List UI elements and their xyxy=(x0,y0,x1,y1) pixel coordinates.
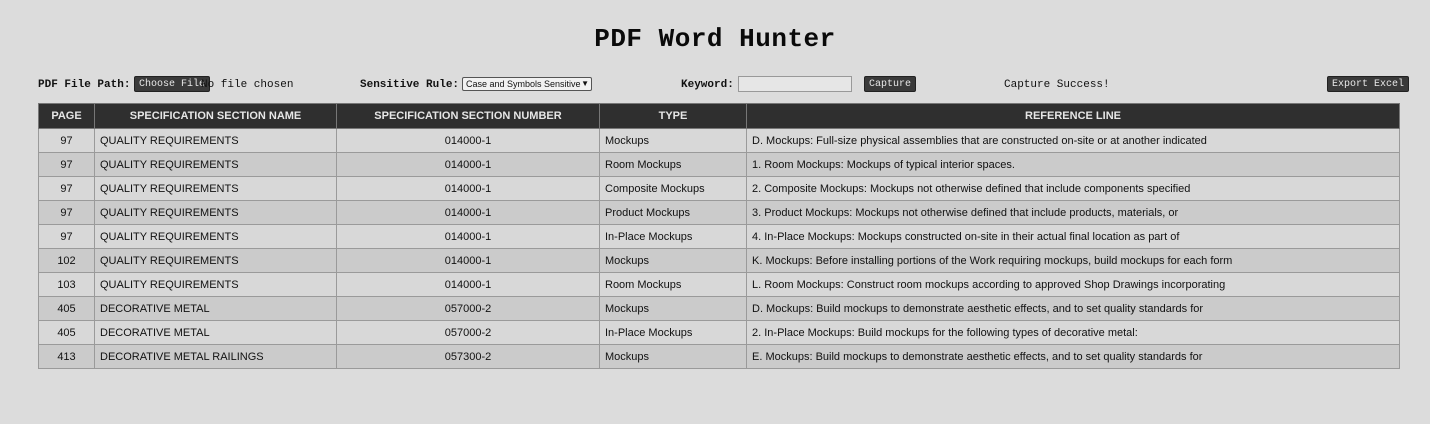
cell-page: 103 xyxy=(38,272,95,297)
cell-page: 405 xyxy=(38,320,95,345)
cell-section-name: QUALITY REQUIREMENTS xyxy=(94,248,337,273)
chevron-down-icon: ▼ xyxy=(581,79,589,88)
cell-section-name: QUALITY REQUIREMENTS xyxy=(94,152,337,177)
cell-section-name: DECORATIVE METAL RAILINGS xyxy=(94,344,337,369)
choose-file-button[interactable]: Choose File xyxy=(134,76,211,92)
table-row[interactable]: 413 DECORATIVE METAL RAILINGS 057300-2 M… xyxy=(38,344,1400,369)
header-page[interactable]: PAGE xyxy=(38,103,95,129)
cell-section-name: QUALITY REQUIREMENTS xyxy=(94,224,337,249)
sensitive-rule-value: Case and Symbols Sensitive xyxy=(466,79,581,89)
header-type[interactable]: TYPE xyxy=(599,103,747,129)
cell-section-name: QUALITY REQUIREMENTS xyxy=(94,176,337,201)
cell-type: Product Mockups xyxy=(599,200,747,225)
cell-reference-line: E. Mockups: Build mockups to demonstrate… xyxy=(746,344,1400,369)
table-row[interactable]: 97 QUALITY REQUIREMENTS 014000-1 Mockups… xyxy=(38,128,1400,153)
cell-reference-line: 2. In-Place Mockups: Build mockups for t… xyxy=(746,320,1400,345)
cell-type: Mockups xyxy=(599,296,747,321)
table-header-row: PAGE SPECIFICATION SECTION NAME SPECIFIC… xyxy=(38,103,1400,129)
no-file-text: No file chosen xyxy=(201,79,294,91)
cell-type: In-Place Mockups xyxy=(599,320,747,345)
table-row[interactable]: 97 QUALITY REQUIREMENTS 014000-1 In-Plac… xyxy=(38,224,1400,249)
cell-section-number: 014000-1 xyxy=(336,272,600,297)
cell-type: Mockups xyxy=(599,128,747,153)
cell-section-number: 014000-1 xyxy=(336,224,600,249)
cell-type: Mockups xyxy=(599,248,747,273)
cell-section-name: QUALITY REQUIREMENTS xyxy=(94,128,337,153)
cell-reference-line: D. Mockups: Full-size physical assemblie… xyxy=(746,128,1400,153)
cell-page: 97 xyxy=(38,224,95,249)
cell-page: 97 xyxy=(38,200,95,225)
cell-type: In-Place Mockups xyxy=(599,224,747,249)
cell-page: 413 xyxy=(38,344,95,369)
cell-section-number: 057000-2 xyxy=(336,296,600,321)
table-row[interactable]: 103 QUALITY REQUIREMENTS 014000-1 Room M… xyxy=(38,272,1400,297)
toolbar: PDF File Path: Choose File No file chose… xyxy=(38,76,1410,94)
cell-type: Composite Mockups xyxy=(599,176,747,201)
cell-section-name: DECORATIVE METAL xyxy=(94,296,337,321)
cell-type: Room Mockups xyxy=(599,152,747,177)
cell-section-number: 014000-1 xyxy=(336,128,600,153)
cell-section-name: QUALITY REQUIREMENTS xyxy=(94,272,337,297)
cell-section-number: 014000-1 xyxy=(336,200,600,225)
keyword-label: Keyword: xyxy=(681,79,734,91)
cell-reference-line: K. Mockups: Before installing portions o… xyxy=(746,248,1400,273)
cell-section-number: 014000-1 xyxy=(336,248,600,273)
cell-section-name: QUALITY REQUIREMENTS xyxy=(94,200,337,225)
cell-reference-line: 2. Composite Mockups: Mockups not otherw… xyxy=(746,176,1400,201)
table-row[interactable]: 405 DECORATIVE METAL 057000-2 Mockups D.… xyxy=(38,296,1400,321)
keyword-input[interactable] xyxy=(738,76,852,92)
cell-reference-line: 1. Room Mockups: Mockups of typical inte… xyxy=(746,152,1400,177)
cell-page: 97 xyxy=(38,128,95,153)
cell-page: 97 xyxy=(38,152,95,177)
file-path-label: PDF File Path: xyxy=(38,79,131,91)
header-section-name[interactable]: SPECIFICATION SECTION NAME xyxy=(94,103,337,129)
cell-section-number: 014000-1 xyxy=(336,176,600,201)
table-row[interactable]: 97 QUALITY REQUIREMENTS 014000-1 Product… xyxy=(38,200,1400,225)
header-reference-line[interactable]: REFERENCE LINE xyxy=(746,103,1400,129)
export-excel-button[interactable]: Export Excel xyxy=(1327,76,1410,92)
cell-section-number: 057300-2 xyxy=(336,344,600,369)
cell-section-number: 014000-1 xyxy=(336,152,600,177)
table-row[interactable]: 97 QUALITY REQUIREMENTS 014000-1 Room Mo… xyxy=(38,152,1400,177)
cell-type: Room Mockups xyxy=(599,272,747,297)
sensitive-rule-select[interactable]: Case and Symbols Sensitive ▼ xyxy=(462,77,592,91)
status-text: Capture Success! xyxy=(1004,79,1110,91)
cell-section-name: DECORATIVE METAL xyxy=(94,320,337,345)
cell-type: Mockups xyxy=(599,344,747,369)
cell-reference-line: L. Room Mockups: Construct room mockups … xyxy=(746,272,1400,297)
cell-reference-line: 4. In-Place Mockups: Mockups constructed… xyxy=(746,224,1400,249)
header-section-number[interactable]: SPECIFICATION SECTION NUMBER xyxy=(336,103,600,129)
table-row[interactable]: 102 QUALITY REQUIREMENTS 014000-1 Mockup… xyxy=(38,248,1400,273)
cell-page: 102 xyxy=(38,248,95,273)
table-row[interactable]: 97 QUALITY REQUIREMENTS 014000-1 Composi… xyxy=(38,176,1400,201)
cell-section-number: 057000-2 xyxy=(336,320,600,345)
cell-reference-line: 3. Product Mockups: Mockups not otherwis… xyxy=(746,200,1400,225)
capture-button[interactable]: Capture xyxy=(864,76,917,92)
cell-page: 405 xyxy=(38,296,95,321)
page-title: PDF Word Hunter xyxy=(594,24,836,54)
table-row[interactable]: 405 DECORATIVE METAL 057000-2 In-Place M… xyxy=(38,320,1400,345)
results-table: PAGE SPECIFICATION SECTION NAME SPECIFIC… xyxy=(38,103,1400,369)
cell-page: 97 xyxy=(38,176,95,201)
cell-reference-line: D. Mockups: Build mockups to demonstrate… xyxy=(746,296,1400,321)
sensitive-rule-label: Sensitive Rule: xyxy=(360,79,460,91)
